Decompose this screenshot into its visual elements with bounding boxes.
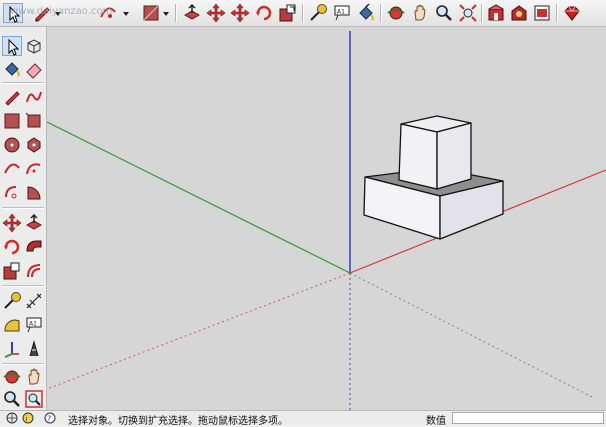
line-icon[interactable] xyxy=(2,87,22,107)
text-glyph: A1 xyxy=(29,321,37,328)
green-axis-negative xyxy=(349,272,593,398)
red-axis-negative xyxy=(47,272,351,390)
pan-icon[interactable] xyxy=(24,367,44,387)
follow-me-icon[interactable] xyxy=(24,237,44,257)
svg-text:i: i xyxy=(26,415,28,423)
rotate-icon[interactable] xyxy=(254,3,274,23)
move-icon[interactable] xyxy=(2,213,22,233)
paint-bucket-icon[interactable] xyxy=(2,59,22,79)
paint-bucket-icon[interactable] xyxy=(356,3,376,23)
green-axis xyxy=(47,121,351,274)
move-icon[interactable] xyxy=(206,3,226,23)
two-point-arc-icon[interactable] xyxy=(24,159,44,179)
select-tool-icon[interactable] xyxy=(3,3,23,23)
3d-warehouse-icon[interactable] xyxy=(486,3,506,23)
status-bar: i ? 选择对象。切换到扩充选择。拖动鼠标选择多项。 数值 xyxy=(0,410,606,427)
orbit-icon[interactable] xyxy=(2,367,22,387)
freehand-icon[interactable] xyxy=(24,87,44,107)
rectangle-icon[interactable] xyxy=(141,3,161,23)
zoom-extents-icon[interactable] xyxy=(458,3,478,23)
arc-dropdown-icon[interactable] xyxy=(121,3,131,23)
orbit-icon[interactable] xyxy=(386,3,406,23)
axes-icon[interactable] xyxy=(2,339,22,359)
text-icon[interactable]: A1 xyxy=(332,3,352,23)
select-icon[interactable] xyxy=(2,36,22,56)
ruby-icon[interactable] xyxy=(562,3,582,23)
rotate-icon[interactable] xyxy=(2,237,22,257)
arc-icon[interactable] xyxy=(2,159,22,179)
circle-icon[interactable] xyxy=(2,135,22,155)
move2-icon[interactable] xyxy=(230,3,250,23)
text-icon[interactable]: A1 xyxy=(24,315,44,335)
model-viewport[interactable] xyxy=(47,27,606,410)
scene xyxy=(47,31,606,410)
push-pull-icon[interactable] xyxy=(24,213,44,233)
zoom-icon[interactable] xyxy=(2,389,22,409)
tape-measure-icon[interactable] xyxy=(2,291,22,311)
svg-text:A1: A1 xyxy=(337,9,345,16)
pan-icon[interactable] xyxy=(410,3,430,23)
extension-warehouse-icon[interactable] xyxy=(509,3,529,23)
left-toolbar: A1 xyxy=(0,27,47,410)
pencil-dropdown-icon[interactable] xyxy=(53,3,63,23)
svg-text:?: ? xyxy=(47,415,51,424)
zoom-window-icon[interactable] xyxy=(24,389,44,409)
measurements-input[interactable] xyxy=(452,412,604,424)
scale-icon[interactable] xyxy=(2,261,22,281)
help-icon[interactable]: ? xyxy=(44,412,56,424)
push-pull-icon[interactable] xyxy=(182,3,202,23)
top-toolbar: A1 www.daiyanzao.com xyxy=(0,0,606,27)
rectangle-icon[interactable] xyxy=(2,111,22,131)
upper-box[interactable] xyxy=(398,115,472,190)
tape-measure-icon[interactable] xyxy=(308,3,328,23)
eraser-icon[interactable] xyxy=(24,59,44,79)
rotated-rectangle-icon[interactable] xyxy=(24,111,44,131)
dimension-icon[interactable] xyxy=(24,291,44,311)
layout-icon[interactable] xyxy=(532,3,552,23)
rectangle-dropdown-icon[interactable] xyxy=(161,3,171,23)
pencil-line-icon[interactable] xyxy=(32,3,52,23)
arc-icon[interactable] xyxy=(98,3,118,23)
zoom-icon[interactable] xyxy=(434,3,454,23)
polygon-icon[interactable] xyxy=(24,135,44,155)
offset-icon[interactable] xyxy=(24,261,44,281)
credits-icon[interactable]: i xyxy=(22,412,34,424)
scale-icon[interactable] xyxy=(278,3,298,23)
3d-text-icon[interactable] xyxy=(24,339,44,359)
pie-icon[interactable] xyxy=(24,183,44,203)
make-component-icon[interactable] xyxy=(24,36,44,56)
geo-location-icon[interactable] xyxy=(6,412,18,424)
protractor-icon[interactable] xyxy=(2,315,22,335)
three-point-arc-icon[interactable] xyxy=(2,183,22,203)
